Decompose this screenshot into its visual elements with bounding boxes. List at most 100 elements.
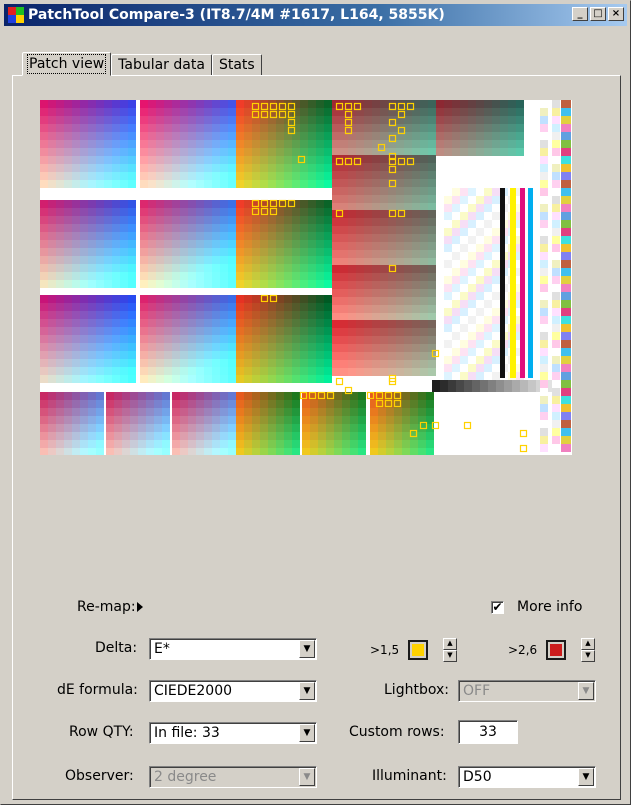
patch — [308, 272, 316, 280]
patch-chart[interactable] — [40, 100, 572, 456]
patch — [236, 448, 244, 456]
patch — [552, 116, 560, 124]
patch — [156, 100, 164, 108]
patch — [188, 303, 196, 311]
observer-select[interactable]: 2 degree ▼ — [149, 766, 317, 788]
patch — [220, 416, 228, 424]
row-qty-select[interactable]: In file: 33 ▼ — [149, 722, 317, 744]
illuminant-select[interactable]: D50 ▼ — [458, 766, 596, 788]
patch — [444, 124, 452, 132]
custom-rows-input[interactable]: 33 — [458, 720, 518, 744]
patch — [252, 375, 260, 383]
patch — [460, 100, 468, 108]
patch — [340, 250, 348, 258]
patch — [220, 180, 228, 188]
patch — [56, 400, 64, 408]
patch — [412, 218, 420, 226]
maximize-button[interactable]: □ — [590, 7, 606, 21]
chevron-down-icon[interactable]: ▼ — [299, 768, 315, 786]
patch — [148, 295, 156, 303]
threshold-low-color-swatch[interactable] — [408, 640, 428, 660]
patch — [476, 348, 484, 356]
patch — [188, 108, 196, 116]
patch — [468, 100, 476, 108]
patch — [120, 343, 128, 351]
spin-up-icon[interactable]: ▲ — [581, 638, 595, 650]
patch — [404, 328, 412, 336]
patch — [492, 292, 500, 300]
chevron-down-icon[interactable]: ▼ — [578, 768, 594, 786]
patch — [80, 440, 88, 448]
patch — [196, 303, 204, 311]
patch — [402, 392, 410, 400]
de-formula-select[interactable]: CIEDE2000 ▼ — [149, 680, 317, 702]
tab-stats[interactable]: Stats — [211, 54, 262, 75]
patch — [148, 264, 156, 272]
patch — [300, 108, 308, 116]
tab-tabular-data[interactable]: Tabular data — [111, 54, 212, 75]
patch — [404, 171, 412, 179]
delta-select[interactable]: E* ▼ — [149, 638, 317, 660]
minimize-button[interactable]: _ — [572, 7, 588, 21]
patch — [260, 311, 268, 319]
patch — [112, 240, 120, 248]
patch — [48, 124, 56, 132]
patch — [276, 180, 284, 188]
patch — [212, 448, 220, 456]
patch — [188, 208, 196, 216]
threshold-high-color-swatch[interactable] — [546, 640, 566, 660]
remap-expand-icon[interactable] — [137, 602, 143, 612]
patch — [40, 327, 48, 335]
lightbox-select[interactable]: OFF ▼ — [458, 680, 596, 702]
spin-down-icon[interactable]: ▼ — [443, 650, 457, 662]
chevron-down-icon[interactable]: ▼ — [299, 724, 315, 742]
patch — [432, 380, 440, 392]
patch — [552, 132, 560, 140]
patch — [220, 100, 228, 108]
patch — [484, 140, 492, 148]
chevron-down-icon[interactable]: ▼ — [578, 682, 594, 700]
patch — [372, 179, 380, 187]
patch — [120, 367, 128, 375]
patch — [332, 289, 340, 297]
patch — [468, 324, 476, 332]
patch — [104, 140, 112, 148]
patch — [372, 155, 380, 163]
patch — [244, 440, 252, 448]
threshold-low-spinner[interactable]: ▲ ▼ — [443, 638, 457, 662]
patch — [130, 416, 138, 424]
patch — [316, 124, 324, 132]
patch — [284, 311, 292, 319]
patch — [358, 416, 366, 424]
patch — [452, 188, 460, 196]
patch — [340, 258, 348, 266]
chevron-down-icon[interactable]: ▼ — [299, 640, 315, 658]
patch — [476, 196, 484, 204]
patch — [396, 336, 404, 344]
spin-down-icon[interactable]: ▼ — [581, 650, 595, 662]
patch — [196, 351, 204, 359]
patch — [204, 303, 212, 311]
patch — [154, 448, 162, 456]
patch — [212, 264, 220, 272]
spin-up-icon[interactable]: ▲ — [443, 638, 457, 650]
patch — [48, 400, 56, 408]
patch — [444, 148, 452, 156]
patch — [114, 440, 122, 448]
tab-patch-view[interactable]: Patch view — [22, 52, 112, 76]
close-button[interactable]: × — [608, 7, 624, 21]
patch — [428, 250, 436, 258]
patch — [348, 336, 356, 344]
patch — [112, 319, 120, 327]
more-info-checkbox[interactable]: ✔ — [491, 601, 504, 614]
patch — [476, 292, 484, 300]
title-bar[interactable]: PatchTool Compare-3 (IT8.7/4M #1617, L16… — [4, 4, 627, 26]
patch — [48, 248, 56, 256]
patch — [112, 140, 120, 148]
patch — [561, 444, 571, 452]
threshold-high-spinner[interactable]: ▲ ▼ — [581, 638, 595, 662]
patch — [420, 305, 428, 313]
patch — [300, 359, 308, 367]
chevron-down-icon[interactable]: ▼ — [299, 682, 315, 700]
patch — [561, 436, 571, 444]
